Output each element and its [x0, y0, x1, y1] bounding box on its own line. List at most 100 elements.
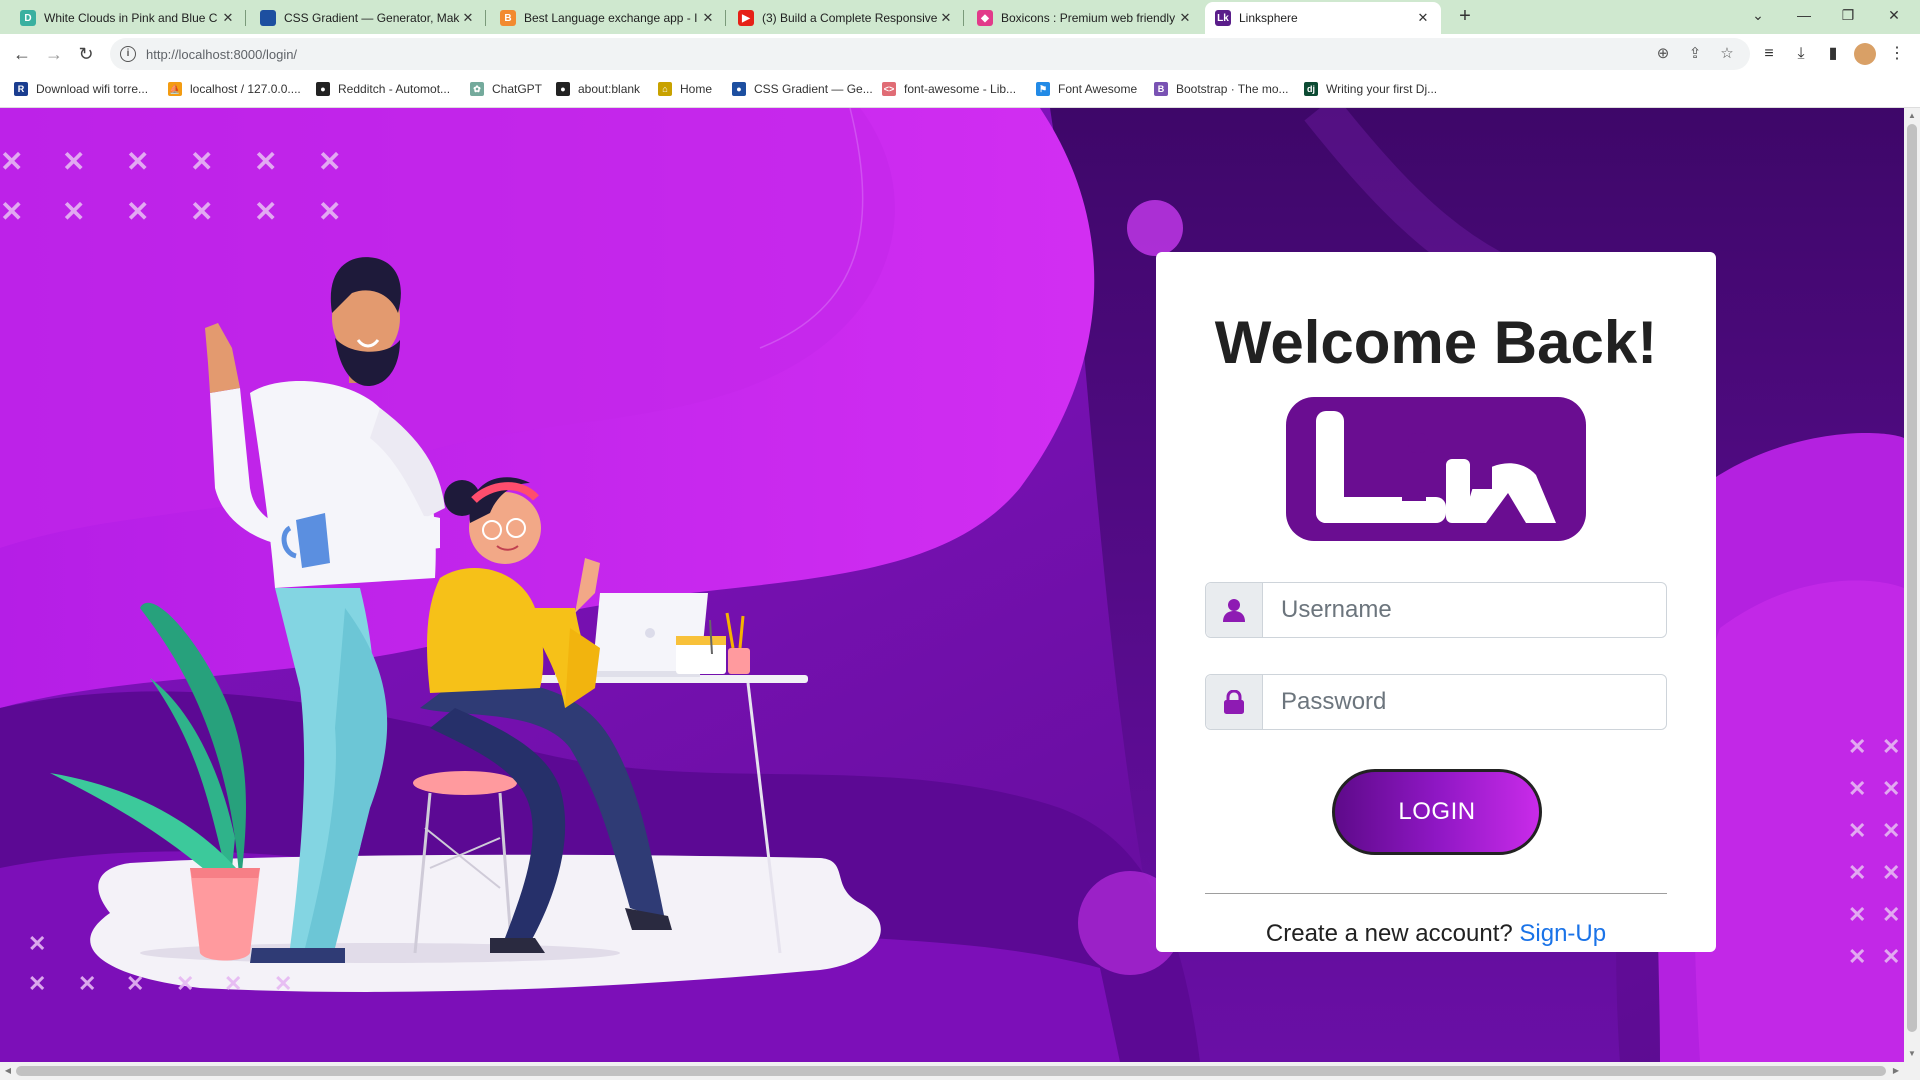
bookmark-item[interactable]: ⛵ localhost / 127.0.0.... — [168, 82, 301, 96]
lock-icon — [1206, 675, 1263, 729]
site-info-icon[interactable]: i — [120, 46, 136, 62]
reload-icon[interactable]: ↻ — [74, 42, 98, 66]
media-control-icon[interactable]: ≡ — [1758, 43, 1780, 65]
x-mark-decoration: ✕ — [318, 196, 342, 227]
password-input[interactable] — [1263, 675, 1666, 729]
minimize-button[interactable]: — — [1782, 4, 1826, 28]
browser-tab[interactable]: Lk Linksphere ✕ — [1205, 2, 1441, 34]
tab-title: Linksphere — [1239, 11, 1298, 25]
bookmarks-bar: R Download wifi torre... ⛵ localhost / 127.… — [0, 74, 1920, 108]
x-mark-decoration: ✕ — [1848, 776, 1867, 801]
tab-title: White Clouds in Pink and Blue C — [44, 11, 218, 25]
x-mark-decoration: ✕ — [1848, 902, 1867, 927]
x-mark-decoration: ✕ — [126, 971, 145, 996]
globe-icon: ● — [556, 82, 570, 96]
bookmark-item[interactable]: B Bootstrap · The mo... — [1154, 82, 1289, 96]
x-mark-decoration: ✕ — [254, 196, 278, 227]
url-text: http://localhost:8000/login/ — [146, 47, 298, 62]
design-favicon: D — [20, 10, 36, 26]
linksphere-favicon: Lk — [1215, 10, 1231, 26]
scroll-right-icon[interactable]: ▶ — [1888, 1062, 1904, 1080]
bookmark-item[interactable]: ⌂ Home — [658, 82, 712, 96]
menu-kebab-icon[interactable]: ⋮ — [1886, 43, 1908, 65]
login-button[interactable]: LOGIN — [1332, 769, 1542, 855]
new-tab-button[interactable]: + — [1453, 5, 1477, 29]
bookmark-item[interactable]: <> font-awesome - Lib... — [882, 82, 1016, 96]
profile-avatar[interactable] — [1854, 43, 1876, 65]
download-icon[interactable]: ⤓ — [1790, 43, 1812, 65]
x-mark-decoration: ✕ — [78, 971, 97, 996]
x-mark-decoration: ✕ — [1882, 902, 1901, 927]
bookmark-label: localhost / 127.0.0.... — [190, 82, 301, 96]
signup-prompt: Create a new account? Sign-Up — [1156, 920, 1716, 948]
vertical-scroll-thumb[interactable] — [1907, 124, 1917, 1032]
x-mark-decoration: ✕ — [1882, 734, 1901, 759]
tab-title: Boxicons : Premium web friendly — [1001, 11, 1176, 25]
bootstrap-icon: B — [1154, 82, 1168, 96]
bookmark-item[interactable]: dj Writing your first Dj... — [1304, 82, 1437, 96]
x-mark-decoration: ✕ — [274, 971, 293, 996]
bookmark-item[interactable]: ● about:blank — [556, 82, 640, 96]
bookmark-label: CSS Gradient — Ge... — [754, 82, 873, 96]
bookmark-item[interactable]: ⚑ Font Awesome — [1036, 82, 1137, 96]
bookmark-label: Bootstrap · The mo... — [1176, 82, 1289, 96]
x-mark-decoration: ✕ — [126, 146, 150, 177]
forward-arrow-icon[interactable]: → — [42, 42, 66, 66]
tab-separator — [725, 10, 726, 26]
bookmark-item[interactable]: ● CSS Gradient — Ge... — [732, 82, 873, 96]
browser-tab[interactable]: D White Clouds in Pink and Blue C ✕ — [10, 2, 246, 34]
browser-tab[interactable]: ◆ Boxicons : Premium web friendly ✕ — [967, 2, 1203, 34]
divider — [1205, 893, 1667, 894]
horizontal-scrollbar[interactable]: ◀ ▶ — [0, 1062, 1920, 1080]
tab-close-icon[interactable]: ✕ — [460, 10, 476, 26]
scroll-left-icon[interactable]: ◀ — [0, 1062, 16, 1080]
x-mark-decoration: ✕ — [176, 971, 195, 996]
x-mark-decoration: ✕ — [1848, 860, 1867, 885]
tab-close-icon[interactable]: ✕ — [700, 10, 716, 26]
bookmark-label: Download wifi torre... — [36, 82, 149, 96]
x-mark-decoration: ✕ — [62, 196, 86, 227]
tab-search-icon[interactable]: ⌄ — [1736, 4, 1780, 28]
bookmark-star-icon[interactable]: ☆ — [1718, 45, 1736, 63]
back-arrow-icon[interactable]: ← — [10, 42, 34, 66]
bookmark-item[interactable]: ✿ ChatGPT — [470, 82, 542, 96]
tab-title: Best Language exchange app - I — [524, 11, 698, 25]
username-input[interactable] — [1263, 583, 1666, 637]
share-icon[interactable]: ⇪ — [1686, 45, 1704, 63]
browser-toolbar: ← → ↻ i http://localhost:8000/login/ ⊕ ⇪… — [0, 34, 1920, 74]
x-mark-decoration: ✕ — [28, 931, 47, 956]
bookmark-item[interactable]: R Download wifi torre... — [14, 82, 148, 96]
x-mark-decoration: ✕ — [1882, 818, 1901, 843]
x-mark-decoration: ✕ — [1848, 818, 1867, 843]
horizontal-scroll-thumb[interactable] — [16, 1066, 1886, 1076]
tab-close-icon[interactable]: ✕ — [938, 10, 954, 26]
browser-tab[interactable]: B Best Language exchange app - I ✕ — [490, 2, 726, 34]
bookmark-label: Home — [680, 82, 713, 96]
browser-tab[interactable]: CSS Gradient — Generator, Mak ✕ — [250, 2, 486, 34]
address-bar[interactable]: i http://localhost:8000/login/ ⊕ ⇪ ☆ — [110, 38, 1750, 70]
restore-button[interactable]: ❐ — [1826, 4, 1870, 28]
tab-title: CSS Gradient — Generator, Mak — [284, 11, 460, 25]
phpmyadmin-icon: ⛵ — [168, 82, 182, 96]
tab-close-icon[interactable]: ✕ — [220, 10, 236, 26]
bookmark-label: Writing your first Dj... — [1326, 82, 1438, 96]
zoom-icon[interactable]: ⊕ — [1654, 45, 1672, 63]
bookmark-label: font-awesome - Lib... — [904, 82, 1017, 96]
flag-icon: ⚑ — [1036, 82, 1050, 96]
django-icon: dj — [1304, 82, 1318, 96]
tab-separator — [485, 10, 486, 26]
tab-close-icon[interactable]: ✕ — [1177, 10, 1193, 26]
side-panel-icon[interactable]: ▮ — [1822, 43, 1844, 65]
tab-strip: D White Clouds in Pink and Blue C ✕ CSS Gra… — [0, 0, 1920, 34]
scroll-up-icon[interactable]: ▲ — [1904, 108, 1920, 124]
bookmark-item[interactable]: ● Redditch - Automot... — [316, 82, 450, 96]
tab-close-icon[interactable]: ✕ — [1415, 10, 1431, 26]
bookmark-label: Redditch - Automot... — [338, 82, 451, 96]
signup-link[interactable]: Sign-Up — [1519, 920, 1606, 947]
vertical-scrollbar[interactable]: ▲ ▼ — [1904, 108, 1920, 1062]
browser-tab[interactable]: ▶ (3) Build a Complete Responsive ✕ — [728, 2, 964, 34]
close-window-button[interactable]: ✕ — [1872, 4, 1916, 28]
linksphere-logo — [1286, 397, 1586, 541]
scroll-down-icon[interactable]: ▼ — [1904, 1046, 1920, 1062]
user-icon — [1206, 583, 1263, 637]
